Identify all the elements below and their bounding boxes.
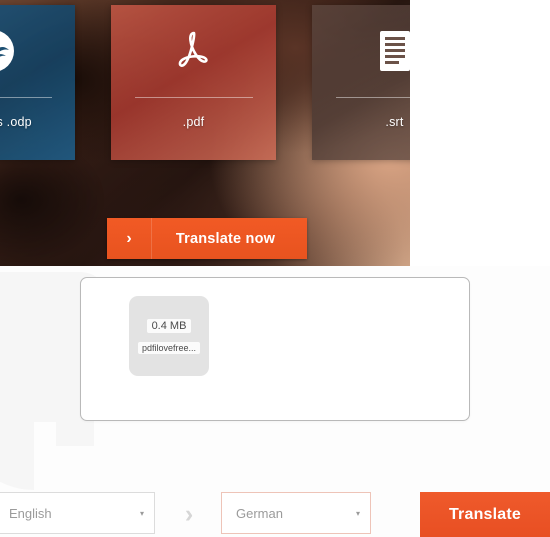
chevron-down-icon: ▾ [139, 508, 144, 518]
libreoffice-bird-icon [0, 5, 75, 97]
file-dropzone[interactable]: 0.4 MB pdfilovefree... [80, 277, 470, 421]
adobe-acrobat-icon [111, 5, 276, 97]
uploaded-file-tile[interactable]: 0.4 MB pdfilovefree... [129, 296, 209, 376]
format-card-list: .odt .ods .odp .pdf [0, 5, 410, 160]
source-language-select[interactable]: English ▾ [0, 492, 155, 534]
format-card-srt[interactable]: .srt [312, 5, 410, 160]
translate-now-label: Translate now [175, 230, 276, 247]
subtitle-document-icon [312, 5, 410, 97]
format-card-label: .srt [385, 115, 404, 129]
format-card-pdf[interactable]: .pdf [111, 5, 276, 160]
card-divider [335, 97, 410, 98]
target-language-value: German [236, 505, 283, 521]
translate-button[interactable]: Translate [420, 492, 550, 537]
chevron-right-icon: › [107, 218, 152, 259]
translate-now-button[interactable]: › Translate now [107, 218, 307, 259]
file-size-label: 0.4 MB [146, 318, 192, 333]
format-card-label: .pdf [182, 115, 205, 129]
card-divider [134, 97, 253, 98]
file-name-label: pdfilovefree... [137, 341, 201, 354]
language-controls: English ▾ › German ▾ Translate [0, 492, 550, 537]
target-language-select[interactable]: German ▾ [221, 492, 371, 534]
chevron-down-icon: ▾ [355, 508, 360, 518]
source-language-value: English [9, 505, 52, 521]
page-root: .odt .ods .odp .pdf [0, 0, 550, 537]
format-card-odf[interactable]: .odt .ods .odp [0, 5, 75, 160]
format-card-label: .odt .ods .odp [0, 115, 32, 129]
direction-arrow-icon: › [184, 499, 194, 528]
hero-banner: .odt .ods .odp .pdf [0, 0, 410, 266]
card-divider [0, 97, 52, 98]
